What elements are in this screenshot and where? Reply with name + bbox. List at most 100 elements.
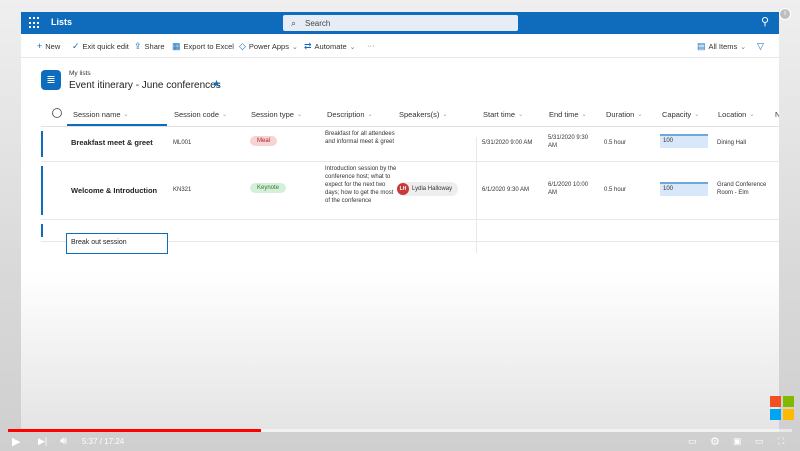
chevron-down-icon: ⌄ — [740, 43, 747, 51]
location-cell[interactable]: Grand Conference Room - Elm — [717, 181, 773, 197]
chevron-down-icon: ⌄ — [518, 112, 524, 118]
capacity-cell[interactable]: 100 — [660, 182, 708, 196]
location-cell[interactable]: Dining Hall — [717, 139, 746, 147]
excel-icon: ▦ — [172, 41, 181, 51]
command-bar: + New ✓ Exit quick edit ⇪ Share ▦ Export to … — [21, 34, 779, 58]
column-label: Start time — [483, 110, 516, 119]
play-icon[interactable]: ▶ — [12, 435, 20, 448]
favorite-star-icon[interactable]: ★ — [212, 79, 221, 90]
column-label: Session code — [174, 110, 220, 119]
column-label: Speakers(s) — [399, 110, 440, 119]
end-time-cell[interactable]: 6/1/2020 10:00 AM — [548, 181, 598, 197]
chevron-down-icon: ⌄ — [367, 112, 373, 118]
automate-icon: ⇄ — [304, 41, 312, 51]
capacity-cell[interactable]: 100 — [660, 134, 708, 148]
video-progress-bar[interactable] — [8, 429, 792, 432]
theater-mode-icon[interactable]: ▭ — [755, 436, 764, 447]
start-time-cell[interactable]: 6/1/2020 9:30 AM — [482, 186, 529, 194]
breadcrumb[interactable]: My lists — [69, 70, 91, 77]
settings-gear-icon[interactable]: ⚙ — [710, 435, 720, 448]
description-cell[interactable]: Introduction session by the conference h… — [325, 165, 397, 205]
column-header-session-code[interactable]: Session code ⌄ — [174, 110, 227, 119]
new-button[interactable]: + New — [37, 41, 60, 51]
session-code-cell[interactable]: KN321 — [173, 186, 191, 194]
speaker-chip[interactable]: LH Lydia Halloway — [397, 182, 459, 196]
chevron-down-icon: ⌄ — [123, 112, 129, 118]
avatar: LH — [397, 183, 409, 195]
column-label: Capacity — [662, 110, 692, 119]
view-selector[interactable]: ▤ All Items ⌄ — [697, 41, 746, 52]
session-name-cell[interactable]: Breakfast meet & greet — [71, 138, 153, 148]
column-header-speakers[interactable]: Speakers(s) ⌄ — [399, 110, 447, 119]
chevron-down-icon: ⌄ — [349, 43, 356, 51]
automate-button[interactable]: ⇄ Automate ⌄ — [304, 41, 356, 52]
column-header-session-name[interactable]: Session name ⌄ — [73, 110, 129, 119]
suite-bar: Lists ⌕ Search ⚲ — [21, 12, 779, 34]
page-title: Event itinerary - June conferences — [69, 80, 221, 91]
exit-quick-edit-button[interactable]: ✓ Exit quick edit — [72, 41, 129, 52]
search-box[interactable]: ⌕ Search — [283, 15, 518, 31]
column-header-end-time[interactable]: End time ⌄ — [549, 110, 587, 119]
view-label: All Items — [708, 42, 738, 51]
app-launcher-icon[interactable] — [29, 17, 41, 29]
session-name-edit-field[interactable]: Break out session — [66, 233, 168, 254]
chevron-down-icon: ⌄ — [222, 112, 228, 118]
filter-icon[interactable]: ▽ — [757, 41, 764, 52]
search-placeholder: Search — [305, 19, 331, 28]
session-code-cell[interactable]: ML001 — [173, 139, 191, 147]
subtitles-icon[interactable]: ▭ — [688, 436, 697, 447]
start-time-cell[interactable]: 5/31/2020 9:00 AM — [482, 139, 532, 147]
next-icon[interactable]: ▶| — [38, 436, 47, 447]
select-all-radio[interactable] — [52, 108, 62, 118]
column-header-capacity[interactable]: Capacity ⌄ — [662, 110, 699, 119]
volume-icon[interactable]: 🔊︎ — [60, 435, 67, 448]
end-time-cell[interactable]: 5/31/2020 9:30 AM — [548, 134, 598, 150]
share-label: Share — [144, 42, 165, 51]
chevron-down-icon: ⌄ — [442, 112, 448, 118]
chevron-down-icon: ⌄ — [694, 112, 700, 118]
chevron-down-icon: ⌄ — [291, 43, 298, 51]
chevron-down-icon: ⌄ — [581, 112, 587, 118]
search-icon: ⌕ — [291, 18, 297, 28]
checkmark-icon: ✓ — [72, 41, 80, 51]
column-header-description[interactable]: Description ⌄ — [327, 110, 373, 119]
session-type-pill[interactable]: Keynote — [250, 183, 287, 193]
list-icon: ≣ — [41, 70, 61, 90]
row-selection-bar — [41, 224, 43, 237]
duration-cell[interactable]: 0.5 hour — [604, 186, 626, 194]
info-icon[interactable]: i — [779, 8, 791, 20]
chevron-down-icon: ⌄ — [749, 112, 755, 118]
column-label: End time — [549, 110, 579, 119]
description-cell[interactable]: Breakfast for all attendees and informal… — [325, 130, 397, 146]
share-button[interactable]: ⇪ Share — [134, 41, 165, 52]
export-to-excel-button[interactable]: ▦ Export to Excel — [172, 41, 234, 52]
plus-icon: + — [37, 41, 43, 51]
app-title[interactable]: Lists — [51, 17, 72, 27]
lists-app-window: Lists ⌕ Search ⚲ + New ✓ Exit quick edit ⇪… — [21, 12, 779, 432]
video-fade-overlay — [21, 272, 779, 432]
session-type-pill[interactable]: Meal — [250, 136, 278, 146]
column-header-duration[interactable]: Duration ⌄ — [606, 110, 642, 119]
account-icon[interactable]: ⚲ — [761, 15, 769, 28]
power-apps-label: Power Apps — [248, 42, 289, 51]
column-label: N — [775, 110, 779, 119]
column-header-session-type[interactable]: Session type ⌄ — [251, 110, 302, 119]
column-header-location[interactable]: Location ⌄ — [718, 110, 754, 119]
session-name-cell[interactable]: Welcome & Introduction — [71, 186, 157, 196]
column-label: Session name — [73, 110, 121, 119]
column-header-truncated[interactable]: N — [775, 110, 779, 119]
column-label: Session type — [251, 110, 294, 119]
speaker-name: Lydia Halloway — [412, 186, 453, 192]
fullscreen-icon[interactable]: ⛶ — [778, 436, 784, 447]
export-label: Export to Excel — [183, 42, 234, 51]
power-apps-button[interactable]: ◇ Power Apps ⌄ — [239, 41, 298, 52]
miniplayer-icon[interactable]: ▣ — [733, 436, 742, 447]
video-progress-fill — [8, 429, 262, 432]
column-header-start-time[interactable]: Start time ⌄ — [483, 110, 523, 119]
player-controls: ▶ ▶| 🔊︎ 5:37 / 17:24 ▭ ⚙ ▣ ▭ ⛶ — [0, 433, 800, 451]
more-commands-icon[interactable]: ··· — [367, 41, 375, 50]
row-selection-bar — [41, 131, 43, 157]
duration-cell[interactable]: 0.5 hour — [604, 139, 626, 147]
column-label: Description — [327, 110, 365, 119]
video-time: 5:37 / 17:24 — [82, 437, 125, 446]
